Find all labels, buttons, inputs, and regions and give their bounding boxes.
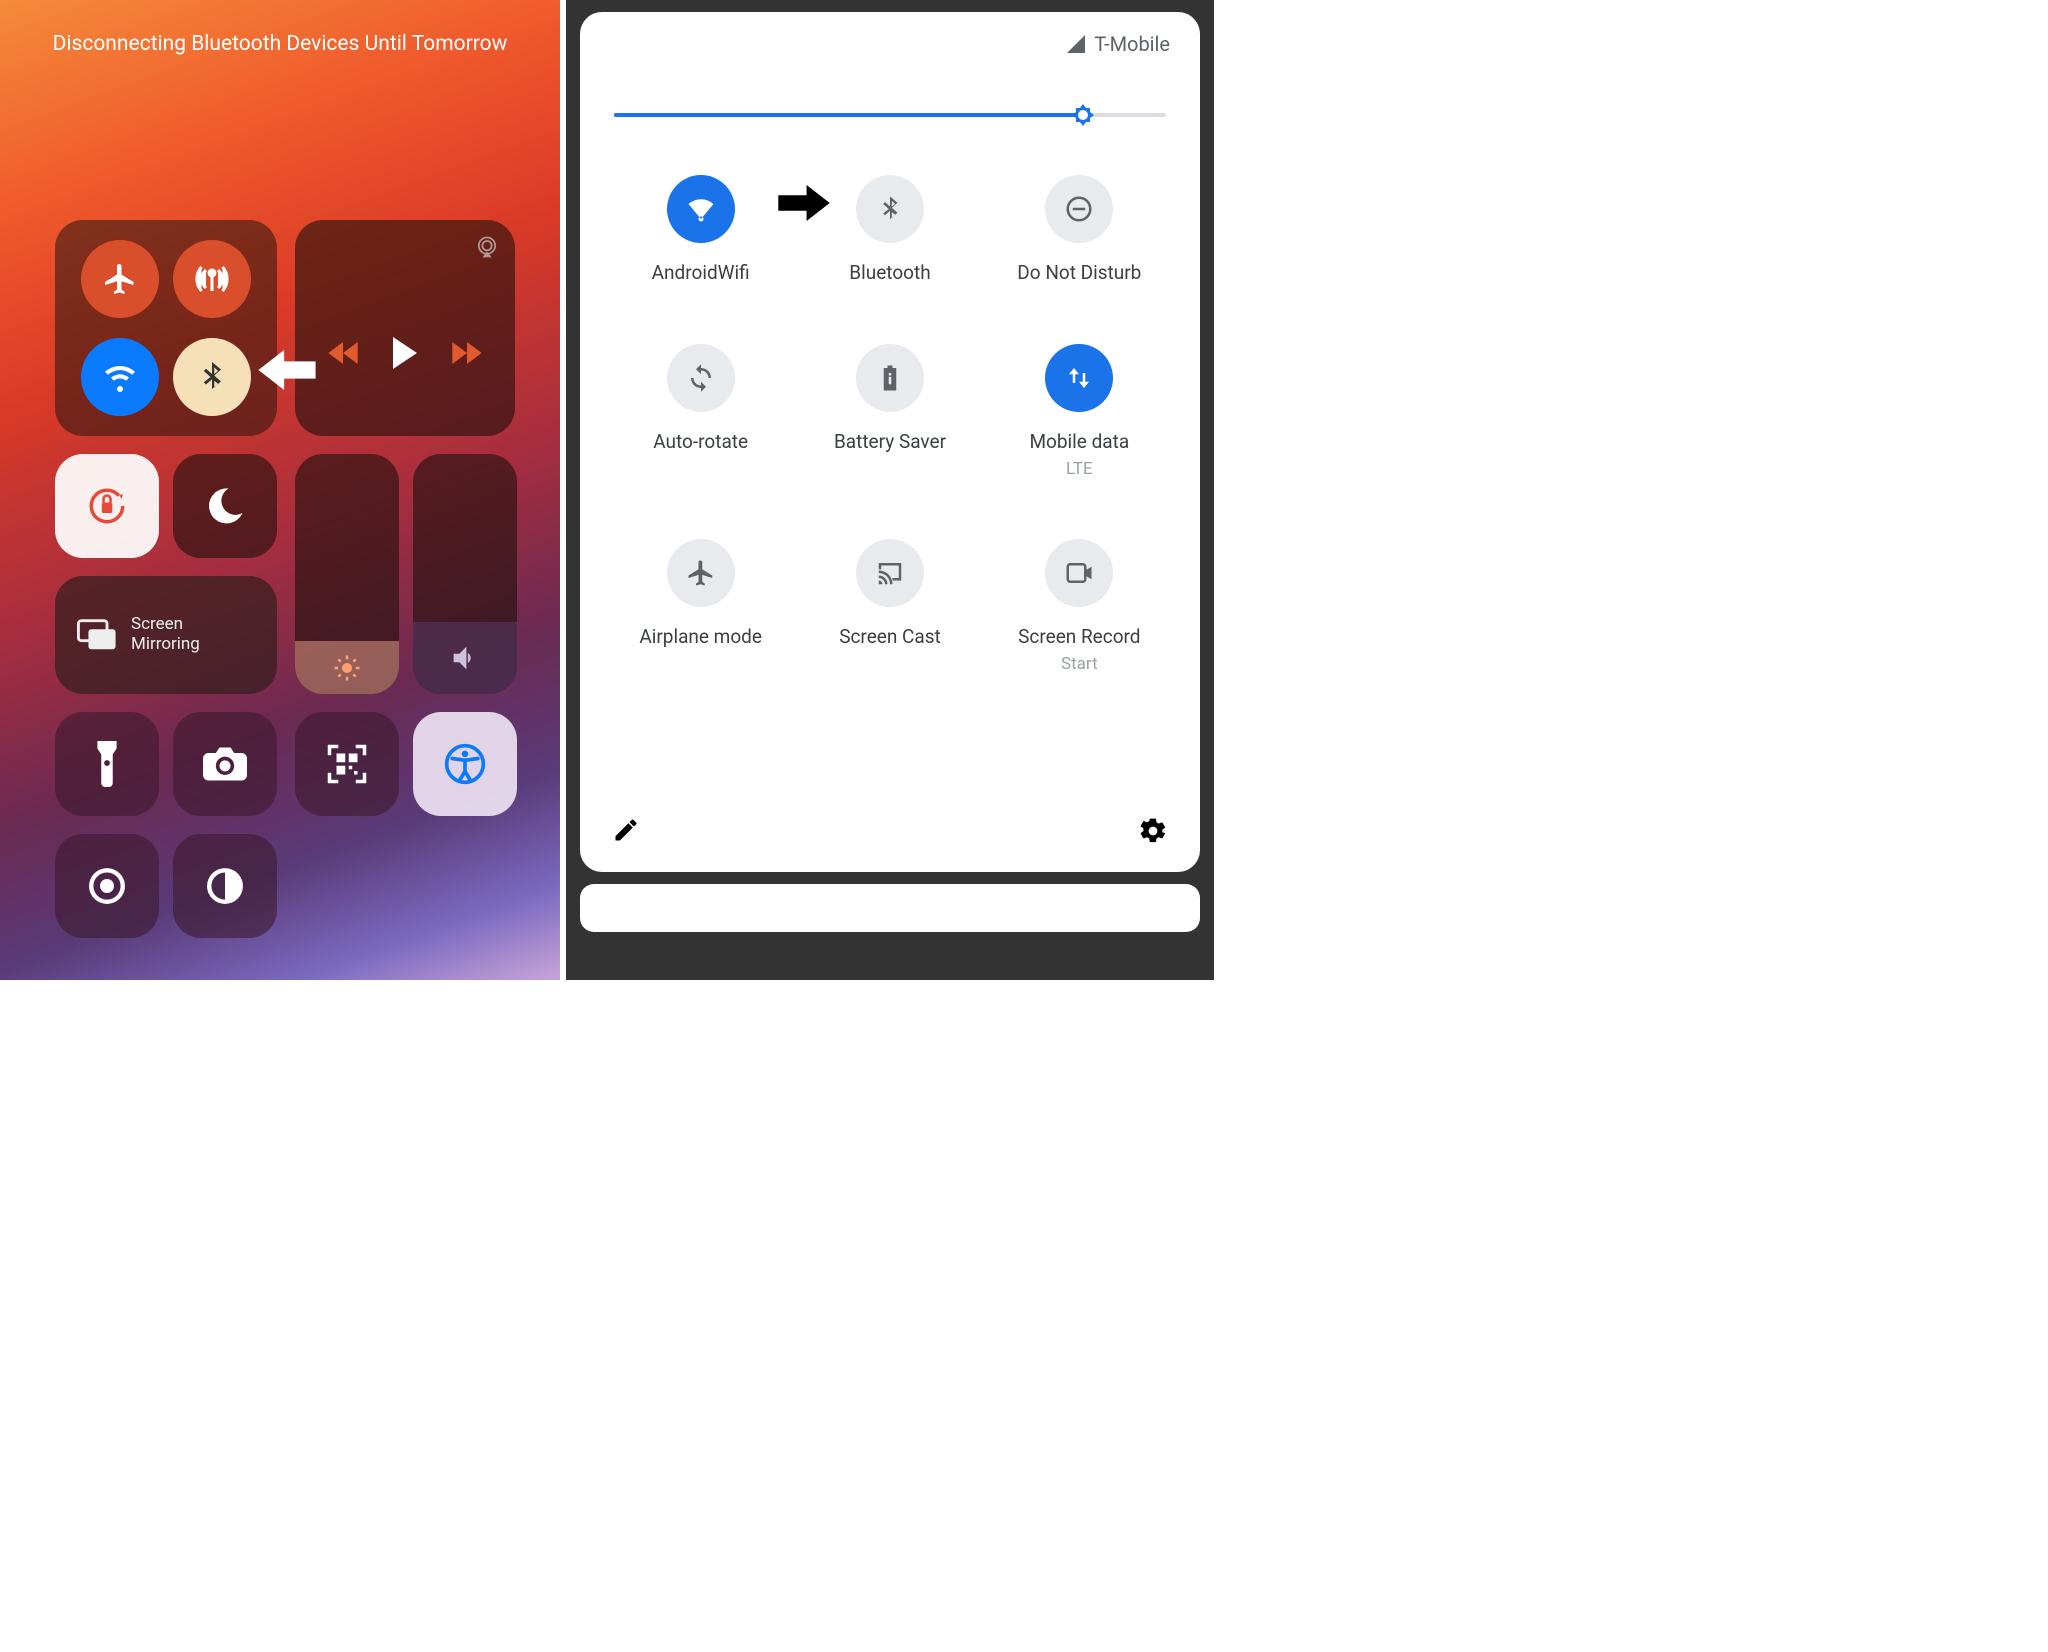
screen-record-button[interactable] <box>55 834 159 938</box>
carrier-indicator: T-Mobile <box>1066 32 1170 56</box>
orientation-lock-icon <box>86 485 128 527</box>
volume-icon <box>448 641 482 675</box>
bluetooth-toggle[interactable] <box>173 338 251 416</box>
qs-label: AndroidWifi <box>652 261 750 284</box>
qs-record[interactable]: Screen Record Start <box>985 539 1174 674</box>
qs-bluetooth[interactable]: Bluetooth <box>795 175 984 284</box>
screen-mirroring-button[interactable]: Screen Mirroring <box>55 576 277 694</box>
qs-label: Do Not Disturb <box>1017 261 1141 284</box>
qs-circle[interactable] <box>667 175 735 243</box>
half-circle-icon <box>204 865 246 907</box>
android-notification-stub[interactable] <box>580 884 1200 932</box>
qs-circle[interactable] <box>856 539 924 607</box>
record-icon <box>1064 558 1094 588</box>
qs-dnd[interactable]: Do Not Disturb <box>985 175 1174 284</box>
qs-circle[interactable] <box>1045 344 1113 412</box>
ios-connectivity-tile[interactable] <box>55 220 277 436</box>
camera-button[interactable] <box>173 712 277 816</box>
airplay-icon[interactable] <box>473 234 501 266</box>
volume-slider[interactable] <box>413 454 517 694</box>
qs-label: Airplane mode <box>639 625 762 648</box>
airplane-icon <box>686 558 716 588</box>
android-card: T-Mobile AndroidWifi Bluetooth Do Not Dist… <box>580 12 1200 872</box>
cellular-icon <box>194 261 230 297</box>
qs-label: Battery Saver <box>834 430 946 453</box>
qs-circle[interactable] <box>856 344 924 412</box>
cellular-data-toggle[interactable] <box>173 240 251 318</box>
ios-control-center: Disconnecting Bluetooth Devices Until To… <box>0 0 560 980</box>
carrier-label: T-Mobile <box>1094 32 1170 56</box>
record-icon <box>86 865 128 907</box>
qs-grid: AndroidWifi Bluetooth Do Not Disturb Auto-r… <box>606 175 1174 812</box>
moon-icon <box>204 485 246 527</box>
play-icon[interactable] <box>392 337 418 369</box>
accessibility-button[interactable] <box>413 712 517 816</box>
qr-icon <box>326 743 368 785</box>
qs-sub: Start <box>1061 654 1098 674</box>
brightness-thumb-icon <box>1071 102 1095 128</box>
qs-label: Auto-rotate <box>653 430 748 453</box>
wifi-toggle[interactable] <box>81 338 159 416</box>
brightness-slider[interactable] <box>606 95 1174 135</box>
qs-circle[interactable] <box>1045 175 1113 243</box>
accessibility-icon <box>443 742 487 786</box>
pencil-icon <box>612 816 640 844</box>
wifi-icon <box>102 359 138 395</box>
qs-label: Mobile data <box>1029 430 1129 453</box>
forward-icon[interactable] <box>452 342 482 364</box>
airplane-mode-toggle[interactable] <box>81 240 159 318</box>
qs-label: Screen Record <box>1018 625 1140 648</box>
gear-icon <box>1138 816 1168 846</box>
qs-cast[interactable]: Screen Cast <box>795 539 984 674</box>
battery-icon <box>875 363 905 393</box>
qs-mobiledata[interactable]: Mobile data LTE <box>985 344 1174 479</box>
flashlight-button[interactable] <box>55 712 159 816</box>
qs-battery[interactable]: Battery Saver <box>795 344 984 479</box>
camera-icon <box>203 746 247 782</box>
signal-icon <box>1066 34 1086 54</box>
wifi-icon <box>686 194 716 224</box>
brightness-icon <box>332 653 362 683</box>
bluetooth-icon <box>194 359 230 395</box>
qs-circle[interactable] <box>1045 539 1113 607</box>
android-quick-settings: T-Mobile AndroidWifi Bluetooth Do Not Dist… <box>566 0 1214 980</box>
qs-label: Screen Cast <box>839 625 941 648</box>
qs-circle[interactable] <box>667 539 735 607</box>
ios-toast: Disconnecting Bluetooth Devices Until To… <box>0 32 560 56</box>
autorotate-icon <box>686 363 716 393</box>
qs-airplane[interactable]: Airplane mode <box>606 539 795 674</box>
qr-scanner-button[interactable] <box>295 712 399 816</box>
annotation-arrow-left <box>258 350 316 394</box>
bluetooth-icon <box>875 194 905 224</box>
ios-media-tile[interactable] <box>295 220 515 436</box>
qs-autorotate[interactable]: Auto-rotate <box>606 344 795 479</box>
mobiledata-icon <box>1064 363 1094 393</box>
qs-circle[interactable] <box>667 344 735 412</box>
flashlight-icon <box>90 741 124 787</box>
orientation-lock-toggle[interactable] <box>55 454 159 558</box>
brightness-slider[interactable] <box>295 454 399 694</box>
annotation-arrow-right <box>776 185 832 225</box>
qs-wifi[interactable]: AndroidWifi <box>606 175 795 284</box>
cast-icon <box>875 558 905 588</box>
screen-mirroring-label: Screen Mirroring <box>131 615 200 654</box>
qs-sub: LTE <box>1066 459 1093 479</box>
settings-button[interactable] <box>1138 816 1168 850</box>
dark-mode-button[interactable] <box>173 834 277 938</box>
do-not-disturb-toggle[interactable] <box>173 454 277 558</box>
qs-circle[interactable] <box>856 175 924 243</box>
edit-button[interactable] <box>612 816 640 850</box>
brightness-thumb[interactable] <box>1071 103 1095 127</box>
rewind-icon[interactable] <box>328 342 358 364</box>
dnd-icon <box>1064 194 1094 224</box>
qs-label: Bluetooth <box>849 261 930 284</box>
airplane-icon <box>102 261 138 297</box>
screen-mirroring-icon <box>77 618 117 652</box>
